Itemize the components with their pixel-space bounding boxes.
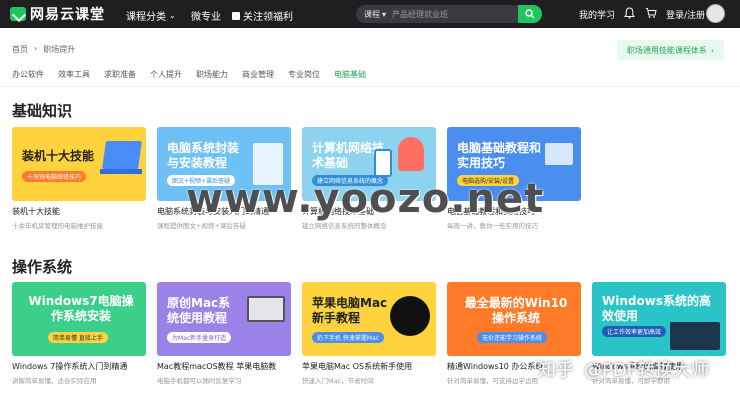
watermark-brand-author: @PDF转换大师 (584, 360, 710, 381)
tab-efficiency-tools[interactable]: 效率工具 (58, 69, 90, 80)
tablet-illustration (670, 322, 720, 350)
tab-business-management[interactable]: 商业管理 (242, 69, 274, 80)
nav-follow-benefits[interactable]: 关注领福利 (232, 8, 293, 23)
course-thumbnail: Windows7电脑操作系统安装 简单易懂 直接上手 (12, 282, 146, 356)
course-thumbnail: 装机十大技能 十块钱电脑维修技巧 (12, 127, 146, 201)
search-scope-dropdown[interactable]: 课程 ▾ (356, 9, 386, 20)
thumbnail-title: Windows7电脑操作系统安装 (28, 294, 134, 323)
login-register-link[interactable]: 登录/注册 (666, 8, 705, 21)
thumbnail-title: 原创Mac系统使用教程 (167, 296, 231, 325)
tab-job-prep[interactable]: 求职准备 (104, 69, 136, 80)
promo-label: 职场通用技能课程体系 (626, 45, 707, 55)
promo-skills-system-link[interactable]: 职场通用技能课程体系 › (617, 40, 724, 60)
person-illustration (398, 137, 424, 171)
thumbnail-title: 苹果电脑Mac新手教程 (312, 296, 388, 325)
breadcrumb: 首页 › 职场提升 (12, 44, 75, 55)
course-subtitle: 快速入门Mac，节省时间 (302, 377, 374, 385)
chevron-right-icon: › (710, 45, 715, 55)
course-card[interactable]: 装机十大技能 十块钱电脑维修技巧 装机十大技能 十余年机房管理的电脑维护技能 (12, 127, 146, 230)
bell-icon[interactable] (623, 7, 636, 22)
course-thumbnail: 最全最新的Win10操作系统 无价还能学习操作系统 (447, 282, 581, 356)
course-title: 苹果电脑Mac OS系统新手使用 (302, 362, 413, 371)
search-input[interactable]: 产品经理就业班 (392, 9, 448, 20)
tab-personal-growth[interactable]: 个人提升 (150, 69, 182, 80)
search-scope-label: 课程 (364, 9, 380, 19)
course-subtitle: 十余年机房管理的电脑维护技能 (12, 222, 103, 230)
thumbnail-tag: 简单易懂 直接上手 (48, 332, 108, 343)
thumbnail-tag: 十块钱电脑维修技巧 (22, 171, 87, 182)
breadcrumb-home[interactable]: 首页 (12, 44, 28, 55)
macbook-illustration (247, 296, 285, 322)
thumbnail-title: Windows系统的高效使用 (602, 294, 711, 323)
site-logo[interactable]: 网易云课堂 (10, 5, 105, 23)
nav-label: 课程分类 (126, 12, 166, 23)
course-title: Windows 7操作系统入门到精通 (12, 362, 128, 371)
category-tabs: 办公软件 效率工具 求职准备 个人提升 职场能力 商业管理 专业岗位 电脑基础 (12, 69, 380, 80)
chevron-right-icon: › (34, 44, 38, 53)
thumbnail-tag: 为Mac新手量身打造 (167, 332, 232, 343)
search-button[interactable] (518, 5, 542, 23)
course-subtitle: 电脑手机都可以随时反复学习 (157, 377, 242, 385)
laptop-illustration (102, 141, 142, 169)
top-navigation-bar: 网易云课堂 课程分类 ⌄ 微专业 关注领福利 课程 ▾ 产品经理就业班 我的学习… (0, 0, 740, 28)
gift-icon (232, 11, 240, 20)
tab-office-software[interactable]: 办公软件 (12, 69, 44, 80)
logo-icon (10, 7, 26, 21)
my-learning-link[interactable]: 我的学习 (579, 8, 615, 21)
search-icon (525, 9, 535, 19)
course-thumbnail: Windows系统的高效使用 让工作效率更加高效 (592, 282, 726, 356)
logo-text: 网易云课堂 (30, 7, 105, 23)
tab-professional-roles[interactable]: 专业岗位 (288, 69, 320, 80)
nav-label: 微专业 (191, 12, 221, 23)
course-thumbnail: 原创Mac系统使用教程 为Mac新手量身打造 (157, 282, 291, 356)
section-title-os: 操作系统 (12, 258, 73, 276)
nav-course-categories[interactable]: 课程分类 ⌄ (126, 8, 176, 23)
monitor-illustration (545, 143, 573, 165)
course-card[interactable]: Windows7电脑操作系统安装 简单易懂 直接上手 Windows 7操作系统… (12, 282, 146, 385)
laptop-base (100, 169, 142, 174)
search-bar: 课程 ▾ 产品经理就业班 (356, 5, 542, 23)
course-title: Mac教程macOS教程 苹果电脑教 (157, 362, 277, 371)
apple-logo-icon (390, 296, 430, 336)
section-title-basics: 基础知识 (12, 102, 73, 120)
course-title: 装机十大技能 (12, 207, 60, 216)
breadcrumb-current: 职场提升 (43, 45, 76, 54)
thumbnail-title: 电脑基础教程和实用技巧 (457, 141, 542, 170)
course-thumbnail: 苹果电脑Mac新手教程 扔下手机 快速掌握Mac (302, 282, 436, 356)
thumbnail-title: 最全最新的Win10操作系统 (464, 296, 568, 325)
divider (0, 86, 740, 87)
watermark-brand-site: 知乎 (538, 360, 574, 381)
nav-micro-major[interactable]: 微专业 (191, 8, 221, 23)
thumbnail-title: 装机十大技能 (22, 149, 95, 163)
course-subtitle: 讲解简单易懂，适合实际应用 (12, 377, 97, 385)
thumbnail-tag: 扔下手机 快速掌握Mac (312, 332, 385, 343)
cart-icon[interactable] (645, 7, 657, 22)
watermark-text: www.yoozo.net (186, 176, 545, 222)
watermark-brand: 知乎 @PDF转换大师 (538, 356, 709, 382)
tab-workplace-skills[interactable]: 职场能力 (196, 69, 228, 80)
avatar[interactable] (706, 4, 725, 23)
course-card[interactable]: 原创Mac系统使用教程 为Mac新手量身打造 Mac教程macOS教程 苹果电脑… (157, 282, 291, 385)
thumbnail-tag: 无价还能学习操作系统 (477, 332, 548, 343)
thumbnail-tag: 让工作效率更加高效 (602, 326, 667, 337)
course-card[interactable]: 苹果电脑Mac新手教程 扔下手机 快速掌握Mac 苹果电脑Mac OS系统新手使… (302, 282, 436, 385)
tab-computer-basics[interactable]: 电脑基础 (334, 69, 366, 80)
nav-label: 关注领福利 (243, 12, 293, 23)
chevron-down-icon: ⌄ (169, 11, 176, 20)
thumbnail-title: 电脑系统封装与安装教程 (167, 141, 240, 170)
chevron-down-icon: ▾ (382, 9, 387, 19)
phone-illustration (374, 149, 392, 177)
